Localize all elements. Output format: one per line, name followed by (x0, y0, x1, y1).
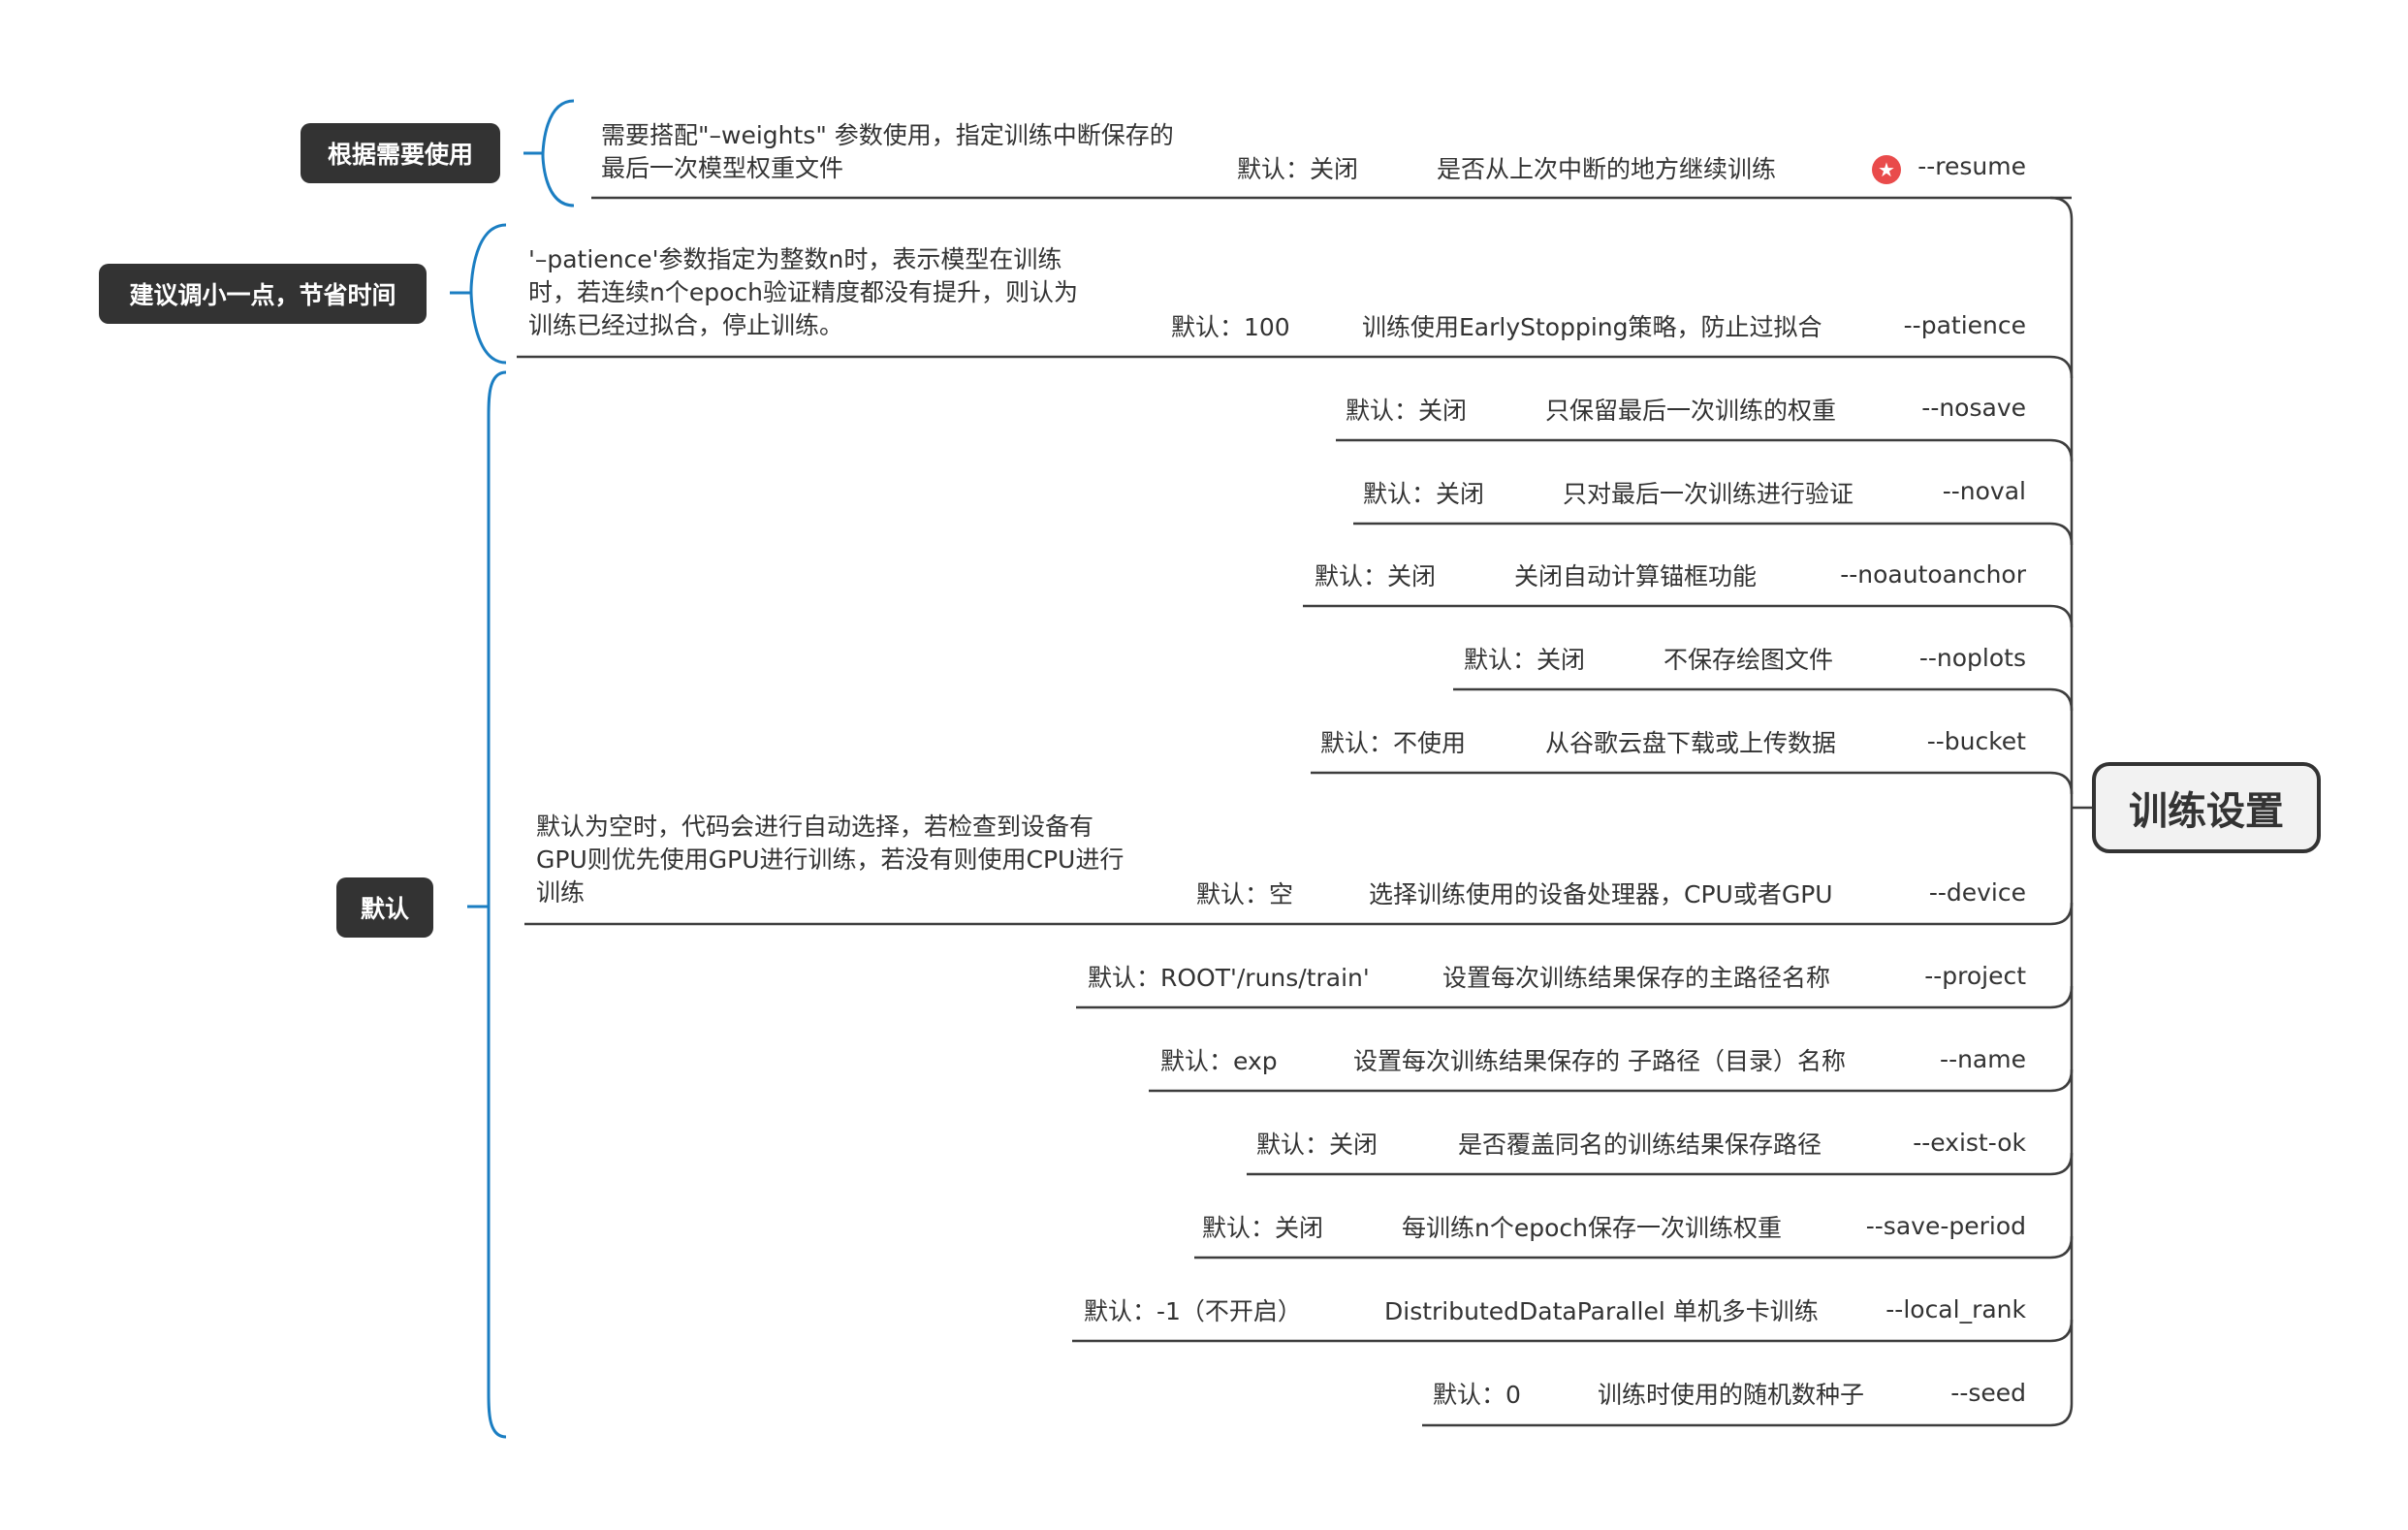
group-tag-default[interactable]: 默认 (336, 877, 433, 938)
desc-device: 选择训练使用的设备处理器，CPU或者GPU (1369, 880, 1833, 908)
param-project[interactable]: --project (1924, 960, 2026, 993)
group-tag-on-demand[interactable]: 根据需要使用 (301, 123, 500, 183)
param-patience[interactable]: --patience (1904, 309, 2026, 342)
param-noautoanchor[interactable]: --noautoanchor (1840, 558, 2026, 591)
param-exist-ok[interactable]: --exist-ok (1913, 1127, 2026, 1160)
default-local-rank: 默认：-1（不开启） (1084, 1297, 1302, 1325)
desc-noval: 只对最后一次训练进行验证 (1563, 480, 1854, 508)
branch-line-patience (517, 355, 2074, 379)
desc-bucket: 从谷歌云盘下载或上传数据 (1545, 729, 1837, 757)
default-seed: 默认：0 (1433, 1381, 1521, 1409)
default-save-period: 默认：关闭 (1202, 1214, 1324, 1242)
param-local-rank[interactable]: --local_rank (1885, 1293, 2026, 1326)
note-resume: 需要搭配"–weights" 参数使用，指定训练中断保存的最后一次模型权重文件 (601, 121, 1174, 182)
param-noplots[interactable]: --noplots (1919, 642, 2026, 675)
desc-exist-ok: 是否覆盖同名的训练结果保存路径 (1458, 1131, 1822, 1159)
branch-line-noautoanchor (1303, 604, 2074, 628)
param-nosave[interactable]: --nosave (1921, 392, 2026, 425)
group-tag-reduce[interactable]: 建议调小一点，节省时间 (99, 264, 427, 324)
desc-noplots: 不保存绘图文件 (1663, 646, 1834, 674)
group-bracket-on-demand (541, 99, 575, 207)
param-name[interactable]: --name (1940, 1043, 2026, 1076)
mindmap-canvas: 训练设置 根据需要使用 建议调小一点，节省时间 默认 需要搭配"–weights… (0, 0, 2408, 1530)
desc-project: 设置每次训练结果保存的主路径名称 (1442, 964, 1831, 992)
default-bucket: 默认：不使用 (1320, 729, 1467, 757)
default-noval: 默认：关闭 (1363, 480, 1485, 508)
note-patience: '–patience'参数指定为整数n时，表示模型在训练时，若连续n个epoch… (528, 245, 1078, 339)
desc-nosave: 只保留最后一次训练的权重 (1545, 397, 1837, 425)
desc-noautoanchor: 关闭自动计算锚框功能 (1514, 562, 1758, 590)
param-device[interactable]: --device (1929, 877, 2026, 909)
branch-line-bucket (1311, 771, 2074, 795)
central-topic[interactable]: 训练设置 (2092, 762, 2321, 853)
param-bucket[interactable]: --bucket (1927, 725, 2026, 758)
default-noplots: 默认：关闭 (1464, 646, 1586, 674)
default-noautoanchor: 默认：关闭 (1315, 562, 1437, 590)
default-patience: 默认：100 (1171, 313, 1290, 341)
branch-line-noplots (1453, 687, 2074, 712)
default-project: 默认：ROOT'/runs/train' (1088, 964, 1370, 992)
default-exist-ok: 默认：关闭 (1256, 1131, 1378, 1159)
desc-resume: 是否从上次中断的地方继续训练 (1437, 155, 1777, 183)
param-seed[interactable]: --seed (1950, 1377, 2026, 1410)
group-bracket-default (487, 370, 507, 1439)
group-bracket-reduce (469, 223, 507, 365)
desc-save-period: 每训练n个epoch保存一次训练权重 (1402, 1214, 1782, 1242)
param-save-period[interactable]: --save-period (1866, 1210, 2026, 1243)
default-name: 默认：exp (1160, 1047, 1278, 1075)
desc-patience: 训练使用EarlyStopping策略，防止过拟合 (1362, 313, 1822, 341)
branch-line-noval (1353, 522, 2074, 546)
param-resume[interactable]: --resume (1917, 150, 2026, 183)
default-resume: 默认：关闭 (1237, 155, 1359, 183)
desc-name: 设置每次训练结果保存的 子路径（目录）名称 (1353, 1047, 1846, 1075)
default-nosave: 默认：关闭 (1346, 397, 1468, 425)
note-device: 默认为空时，代码会进行自动选择，若检查到设备有GPU则优先使用GPU进行训练，若… (536, 813, 1125, 907)
param-noval[interactable]: --noval (1943, 475, 2026, 508)
branch-spine (2049, 196, 2074, 1427)
default-device: 默认：空 (1196, 880, 1294, 908)
star-icon: ★ (1872, 155, 1901, 184)
desc-local-rank: DistributedDataParallel 单机多卡训练 (1384, 1297, 1819, 1325)
branch-line-nosave (1336, 438, 2074, 462)
desc-seed: 训练时使用的随机数种子 (1598, 1381, 1865, 1409)
